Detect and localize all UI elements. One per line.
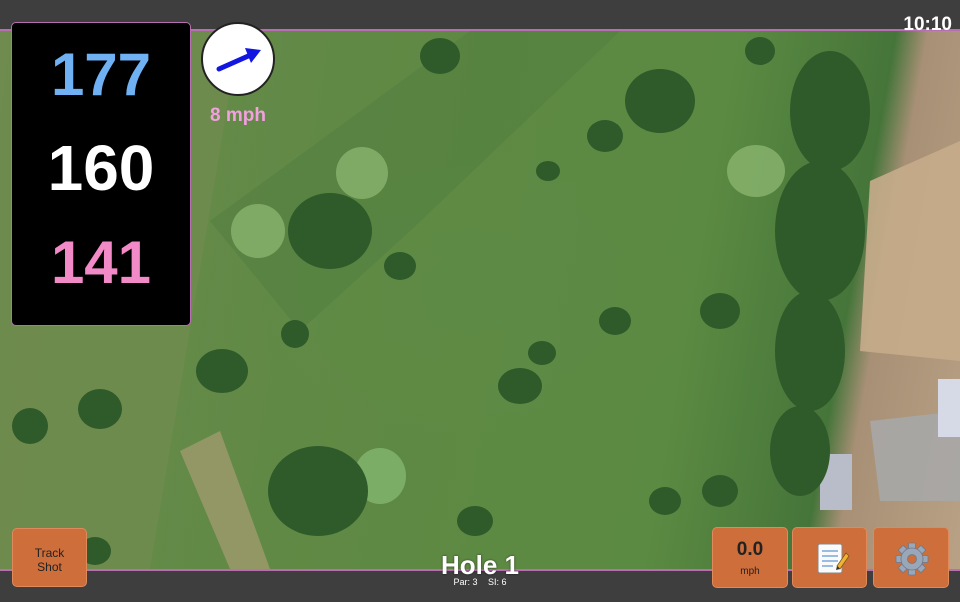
notepad-icon: [817, 543, 850, 574]
speed-unit: mph: [740, 566, 760, 577]
settings-button[interactable]: [873, 527, 949, 588]
back-distance: 177: [50, 41, 152, 108]
track-shot-label-line1: Track: [34, 546, 65, 560]
speed-value: 0.0: [736, 539, 764, 560]
wind-speed-label: 8 mph: [210, 105, 266, 126]
status-time: 10:10: [903, 14, 952, 35]
gear-icon: [895, 542, 929, 576]
track-shot-button[interactable]: Track Shot: [12, 528, 87, 587]
hole-par: Par: 3: [453, 577, 478, 587]
center-distance: 160: [47, 132, 155, 204]
wind-direction-arrow-icon: [216, 48, 261, 72]
notes-button[interactable]: [792, 527, 867, 588]
hole-stroke-index: SI: 6: [488, 577, 507, 587]
hole-meta: Par: 3 SI: 6: [380, 577, 580, 587]
front-distance: 141: [50, 229, 152, 296]
distance-panel: 177 160 141: [11, 22, 191, 326]
speed-button[interactable]: 0.0 mph: [712, 527, 788, 588]
track-shot-label-line2: Shot: [37, 560, 62, 574]
wind-compass: [201, 22, 275, 96]
